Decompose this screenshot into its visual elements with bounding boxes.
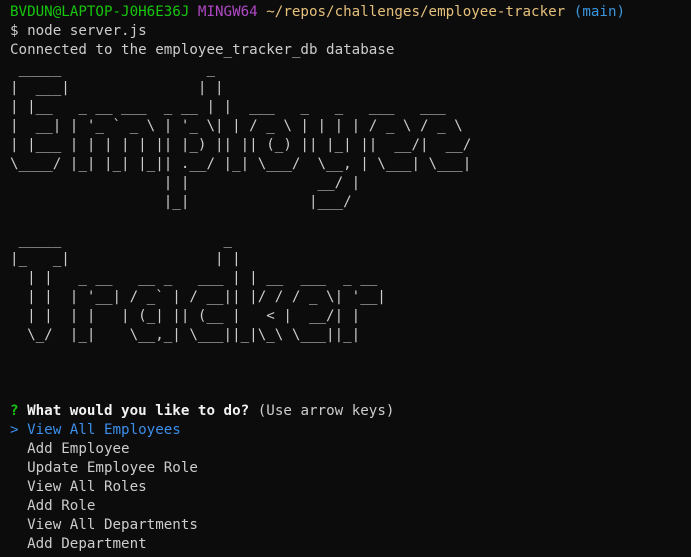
menu-option-label: Add Role xyxy=(27,498,96,514)
menu-option[interactable]: Add Role xyxy=(10,497,691,516)
question-hint: (Use arrow keys) xyxy=(257,403,395,419)
menu-option[interactable]: View All Roles xyxy=(10,478,691,497)
command-line: $ node server.js xyxy=(10,23,147,39)
shell-prompt: BVDUN@LAPTOP-J0H6E36J MINGW64 ~/repos/ch… xyxy=(10,3,691,22)
prompt-path: ~/repos/challenges/employee-tracker xyxy=(266,4,566,20)
menu-option[interactable]: Add Employee xyxy=(10,440,691,459)
prompt-shell: MINGW64 xyxy=(197,4,258,20)
menu-option-label: Add Department xyxy=(27,536,147,552)
menu-option-label: View All Roles xyxy=(27,479,147,495)
menu-option-label: View All Departments xyxy=(27,517,198,533)
banner-employee: _____ _ | ___| | | | |__ _ __ ___ _ __ |… xyxy=(10,61,472,210)
banner-tracker: _____ _ |_ _| | | | | _ __ __ _ ___ | | … xyxy=(10,232,386,343)
prompt-branch: (main) xyxy=(573,4,626,20)
menu-option-label: Add Employee xyxy=(27,441,130,457)
inquirer-question: ? What would you like to do? (Use arrow … xyxy=(10,402,691,421)
menu-option[interactable]: Add Department xyxy=(10,535,691,554)
menu-option-label: View All Employees xyxy=(27,422,181,438)
connection-message: Connected to the employee_tracker_db dat… xyxy=(10,42,395,58)
terminal-window[interactable]: BVDUN@LAPTOP-J0H6E36J MINGW64 ~/repos/ch… xyxy=(0,0,691,557)
menu-option[interactable]: View All Departments xyxy=(10,516,691,535)
menu-option-selected[interactable]: > View All Employees xyxy=(10,421,691,440)
menu-option-label: Update Employee Role xyxy=(27,460,198,476)
pointer-icon: > xyxy=(10,422,19,438)
prompt-user-host: BVDUN@LAPTOP-J0H6E36J xyxy=(10,4,190,20)
question-mark: ? xyxy=(10,403,19,419)
question-text: What would you like to do? xyxy=(27,403,250,419)
menu-option[interactable]: Update Employee Role xyxy=(10,459,691,478)
